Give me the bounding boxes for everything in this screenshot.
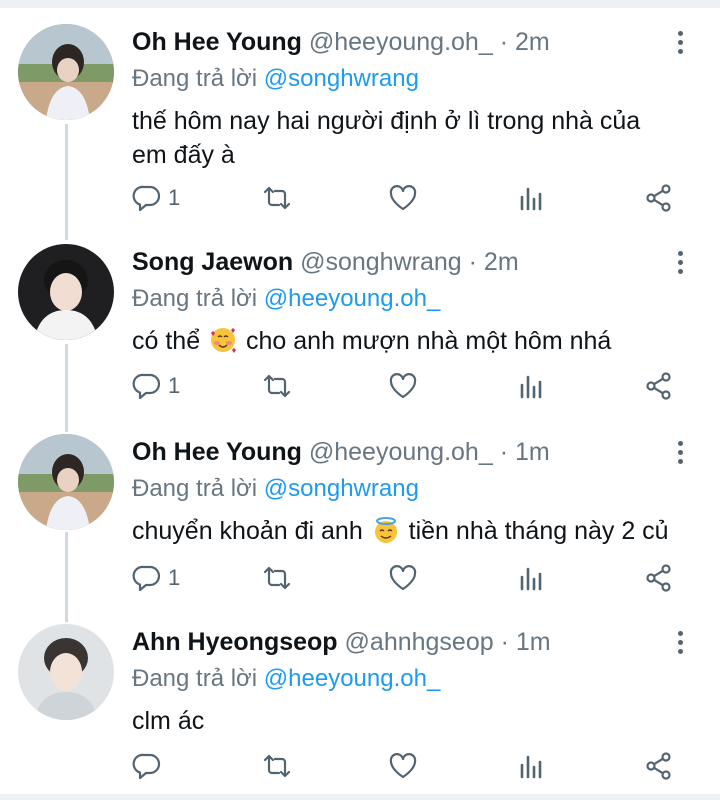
tweet-text-part: tiền nhà tháng này 2 củ	[408, 517, 669, 545]
avatar[interactable]	[18, 24, 114, 120]
author-handle[interactable]: @heeyoung.oh_	[309, 438, 493, 466]
replying-to-label: Đang trả lời	[132, 475, 258, 502]
tweet-header: Song Jaewon @songhwrang · 2m	[132, 244, 519, 280]
tweet-text-line: em đấy à	[132, 141, 235, 169]
action-bar	[0, 746, 720, 786]
replying-to-label: Đang trả lời	[132, 665, 258, 692]
views-button[interactable]	[516, 366, 546, 406]
author-handle[interactable]: @songhwrang	[300, 248, 462, 276]
like-icon	[388, 751, 418, 781]
mention-link[interactable]: @songhwrang	[264, 475, 419, 502]
replying-to-label: Đang trả lời	[132, 65, 258, 92]
retweet-button[interactable]	[262, 178, 292, 218]
retweet-button[interactable]	[262, 558, 292, 598]
action-bar: 1	[0, 178, 720, 218]
replying-to: Đang trả lời @songhwrang	[132, 472, 419, 506]
reply-count: 1	[168, 565, 181, 590]
smiling-face-with-halo-icon	[374, 517, 397, 543]
retweet-button[interactable]	[262, 746, 292, 786]
like-button[interactable]	[388, 746, 418, 786]
mention-link[interactable]: @heeyoung.oh_	[264, 285, 441, 312]
avatar[interactable]	[18, 434, 114, 530]
retweet-icon	[262, 183, 292, 213]
tweet-text: clm ác	[132, 704, 702, 738]
avatar[interactable]	[18, 624, 114, 720]
share-button[interactable]	[644, 178, 674, 218]
share-icon	[644, 183, 674, 213]
author-name[interactable]: Oh Hee Young	[132, 438, 302, 466]
reply-button[interactable]: 1	[132, 366, 180, 406]
views-icon	[516, 183, 546, 213]
more-icon[interactable]	[670, 628, 690, 658]
mention-link[interactable]: @songhwrang	[264, 65, 419, 92]
like-icon	[388, 183, 418, 213]
reply-icon	[132, 751, 162, 781]
reply-icon	[132, 563, 162, 593]
reply-icon	[132, 371, 162, 401]
action-bar: 1	[0, 366, 720, 406]
reply-icon	[132, 183, 162, 213]
share-button[interactable]	[644, 366, 674, 406]
share-icon	[644, 751, 674, 781]
author-name[interactable]: Ahn Hyeongseop	[132, 628, 338, 656]
avatar[interactable]	[18, 244, 114, 340]
retweet-icon	[262, 751, 292, 781]
replying-to: Đang trả lời @heeyoung.oh_	[132, 282, 440, 316]
tweet-text-part: clm ác	[132, 707, 205, 735]
replying-to: Đang trả lời @heeyoung.oh_	[132, 662, 440, 696]
share-button[interactable]	[644, 746, 674, 786]
reply-count: 1	[168, 373, 181, 398]
views-button[interactable]	[516, 746, 546, 786]
tweet-header: Ahn Hyeongseop @ahnhgseop · 1m	[132, 624, 551, 660]
share-icon	[644, 563, 674, 593]
share-button[interactable]	[644, 558, 674, 598]
author-name[interactable]: Oh Hee Young	[132, 28, 302, 56]
timestamp[interactable]: · 2m	[500, 28, 550, 56]
views-icon	[516, 751, 546, 781]
tweet-header: Oh Hee Young @heeyoung.oh_ · 1m	[132, 434, 550, 470]
mention-link[interactable]: @heeyoung.oh_	[264, 665, 441, 692]
share-icon	[644, 371, 674, 401]
timestamp[interactable]: · 1m	[501, 628, 551, 656]
retweet-icon	[262, 563, 292, 593]
like-button[interactable]	[388, 558, 418, 598]
like-icon	[388, 563, 418, 593]
retweet-icon	[262, 371, 292, 401]
replying-to-label: Đang trả lời	[132, 285, 258, 312]
tweet-text-part: có thể	[132, 327, 201, 355]
views-icon	[516, 563, 546, 593]
tweet-text-part: chuyển khoản đi anh	[132, 517, 363, 545]
like-button[interactable]	[388, 366, 418, 406]
like-button[interactable]	[388, 178, 418, 218]
retweet-button[interactable]	[262, 366, 292, 406]
tweet-text: thế hôm nay hai người định ở lì trong nh…	[132, 104, 702, 172]
top-divider	[0, 0, 720, 8]
smiling-face-with-hearts-icon	[211, 328, 237, 353]
more-icon[interactable]	[670, 28, 690, 58]
tweet-text-line: thế hôm nay hai người định ở lì trong nh…	[132, 107, 641, 135]
tweet-header: Oh Hee Young @heeyoung.oh_ · 2m	[132, 24, 550, 60]
replying-to: Đang trả lời @songhwrang	[132, 62, 419, 96]
tweet-text: chuyển khoản đi anh tiền nhà tháng này 2…	[132, 514, 702, 548]
author-handle[interactable]: @heeyoung.oh_	[309, 28, 493, 56]
timestamp[interactable]: · 2m	[469, 248, 519, 276]
reply-count: 1	[168, 185, 181, 210]
action-bar: 1	[0, 558, 720, 598]
bottom-divider	[0, 794, 720, 800]
author-handle[interactable]: @ahnhgseop	[345, 628, 494, 656]
reply-button[interactable]	[132, 746, 168, 786]
reply-button[interactable]: 1	[132, 558, 180, 598]
more-icon[interactable]	[670, 438, 690, 468]
tweet-text: có thể cho anh mượn nhà một hôm nhá	[132, 324, 702, 358]
tweet-text-part: cho anh mượn nhà một hôm nhá	[246, 327, 612, 355]
timestamp[interactable]: · 1m	[500, 438, 550, 466]
views-button[interactable]	[516, 178, 546, 218]
more-icon[interactable]	[670, 248, 690, 278]
views-icon	[516, 371, 546, 401]
reply-button[interactable]: 1	[132, 178, 180, 218]
views-button[interactable]	[516, 558, 546, 598]
author-name[interactable]: Song Jaewon	[132, 248, 293, 276]
like-icon	[388, 371, 418, 401]
